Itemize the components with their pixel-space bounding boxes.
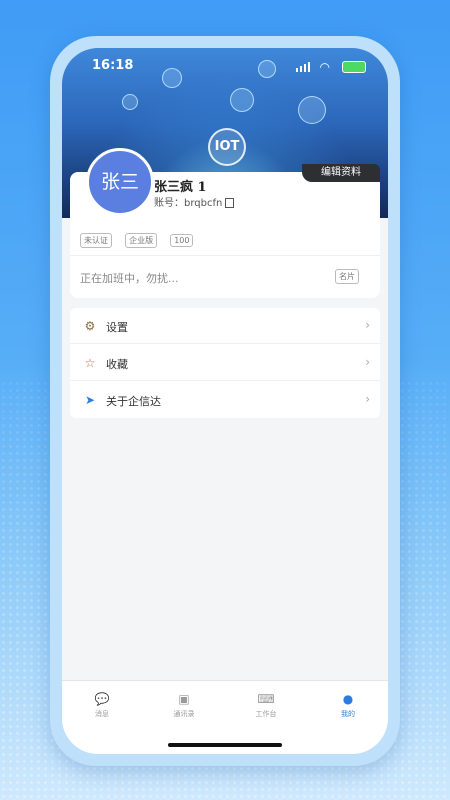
- contacts-icon: ▣: [178, 692, 190, 706]
- tab-label: 工作台: [255, 710, 277, 718]
- keyboard-icon: ⌨: [257, 692, 275, 706]
- network-node-icon: [122, 94, 138, 110]
- divider: [70, 343, 380, 344]
- star-icon: ☆: [84, 356, 96, 370]
- menu-item-about[interactable]: ➤ 关于企信达 ›: [70, 382, 380, 418]
- avatar[interactable]: 张三: [86, 148, 154, 216]
- chevron-right-icon: ›: [365, 318, 370, 332]
- send-icon: ➤: [84, 393, 96, 407]
- tab-me[interactable]: ● 我的: [318, 691, 378, 719]
- menu-item-label: 关于企信达: [106, 395, 161, 408]
- tab-contacts[interactable]: ▣ 通讯录: [154, 691, 214, 719]
- status-bar: 16:18 ◠: [62, 48, 388, 84]
- network-node-icon: [230, 88, 254, 112]
- tab-workbench[interactable]: ⌨ 工作台: [236, 691, 296, 719]
- menu-item-favorites[interactable]: ☆ 收藏 ›: [70, 345, 380, 381]
- chevron-right-icon: ›: [365, 355, 370, 369]
- menu-item-label: 设置: [106, 321, 128, 334]
- wifi-icon: ◠: [319, 60, 330, 74]
- tab-label: 我的: [341, 710, 355, 718]
- settings-menu: ⚙ 设置 › ☆ 收藏 › ➤ 关于企信达 ›: [70, 308, 380, 418]
- signal-icon: [296, 62, 310, 72]
- tab-messages[interactable]: 💬 消息: [72, 691, 132, 719]
- account-label: 账号：: [154, 198, 184, 209]
- divider: [70, 255, 380, 256]
- tag-points: 100: [170, 234, 194, 247]
- iot-badge: IOT: [208, 128, 246, 166]
- status-time: 16:18: [92, 58, 134, 73]
- edit-profile-button[interactable]: 编辑资料: [302, 164, 380, 182]
- chevron-right-icon: ›: [365, 392, 370, 406]
- network-node-icon: [298, 96, 326, 124]
- profile-tags: 未认证 企业版 100: [80, 228, 201, 248]
- tag-verification: 未认证: [80, 233, 112, 248]
- signature-text[interactable]: 正在加班中，勿扰...: [80, 270, 179, 286]
- tab-label: 通讯录: [173, 710, 195, 718]
- home-indicator[interactable]: [168, 743, 282, 747]
- chat-icon: 💬: [94, 692, 110, 706]
- tag-edition: 企业版: [125, 233, 158, 248]
- business-card-button[interactable]: 名片: [335, 269, 359, 284]
- tab-label: 消息: [95, 710, 109, 718]
- app-screen: IOT 16:18 ◠ 张三 编辑资料 张三疯 1 账号：brqbcfn 未认证…: [62, 48, 388, 754]
- account-value: brqbcfn: [184, 198, 223, 209]
- user-name: 张三疯 1: [154, 180, 207, 195]
- divider: [70, 380, 380, 381]
- gear-icon: ⚙: [84, 319, 96, 333]
- menu-item-label: 收藏: [106, 358, 128, 371]
- account-line: 账号：brqbcfn: [154, 194, 235, 209]
- menu-item-settings[interactable]: ⚙ 设置 ›: [70, 308, 380, 344]
- copy-icon[interactable]: [225, 198, 235, 208]
- battery-icon: [342, 61, 366, 73]
- person-icon: ●: [342, 692, 354, 706]
